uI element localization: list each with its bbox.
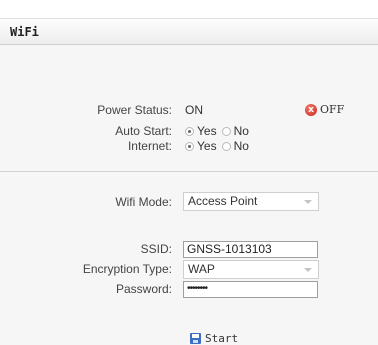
save-icon [190,333,201,344]
auto-start-label: Auto Start: [115,124,172,138]
internet-no-label: No [233,139,249,153]
radio-selected-icon[interactable] [185,126,194,136]
encryption-type-label: Encryption Type: [82,262,172,276]
power-off-label: OFF [320,103,345,116]
internet-radio-group: Yes No [185,139,254,153]
wifi-mode-label: Wifi Mode: [115,195,172,209]
dropdown-arrow-icon [304,200,312,204]
internet-yes-option[interactable]: Yes [185,139,217,153]
wifi-mode-value: Access Point [188,194,258,208]
password-input[interactable]: •••••••• [183,281,318,298]
ssid-label: SSID: [140,242,172,256]
start-button-label: Start [205,332,239,345]
auto-start-radio-group: Yes No [185,124,254,138]
radio-unselected-icon[interactable] [221,141,231,151]
section-divider [0,171,378,172]
internet-label: Internet: [127,139,172,153]
radio-selected-icon[interactable] [185,141,194,151]
power-status-label: Power Status: [97,103,172,117]
internet-yes-label: Yes [197,139,217,153]
window-title: WiFi [10,25,39,39]
auto-start-yes-label: Yes [197,124,217,138]
close-circle-icon: x [305,103,317,116]
auto-start-no-option[interactable]: No [221,124,249,138]
encryption-type-value: WAP [188,262,215,276]
power-off-button[interactable]: x OFF [305,103,344,116]
power-status-value: ON [185,103,203,117]
password-label: Password: [115,282,172,296]
auto-start-yes-option[interactable]: Yes [185,124,217,138]
radio-unselected-icon[interactable] [221,126,231,136]
start-button[interactable]: Start [190,332,238,345]
window-titlebar: WiFi [0,18,378,45]
ssid-input[interactable]: GNSS-1013103 [183,241,318,258]
internet-no-option[interactable]: No [221,139,249,153]
auto-start-no-label: No [233,124,249,138]
encryption-type-select[interactable]: WAP [183,260,319,279]
dropdown-arrow-icon [304,268,312,272]
wifi-mode-select[interactable]: Access Point [183,192,319,211]
